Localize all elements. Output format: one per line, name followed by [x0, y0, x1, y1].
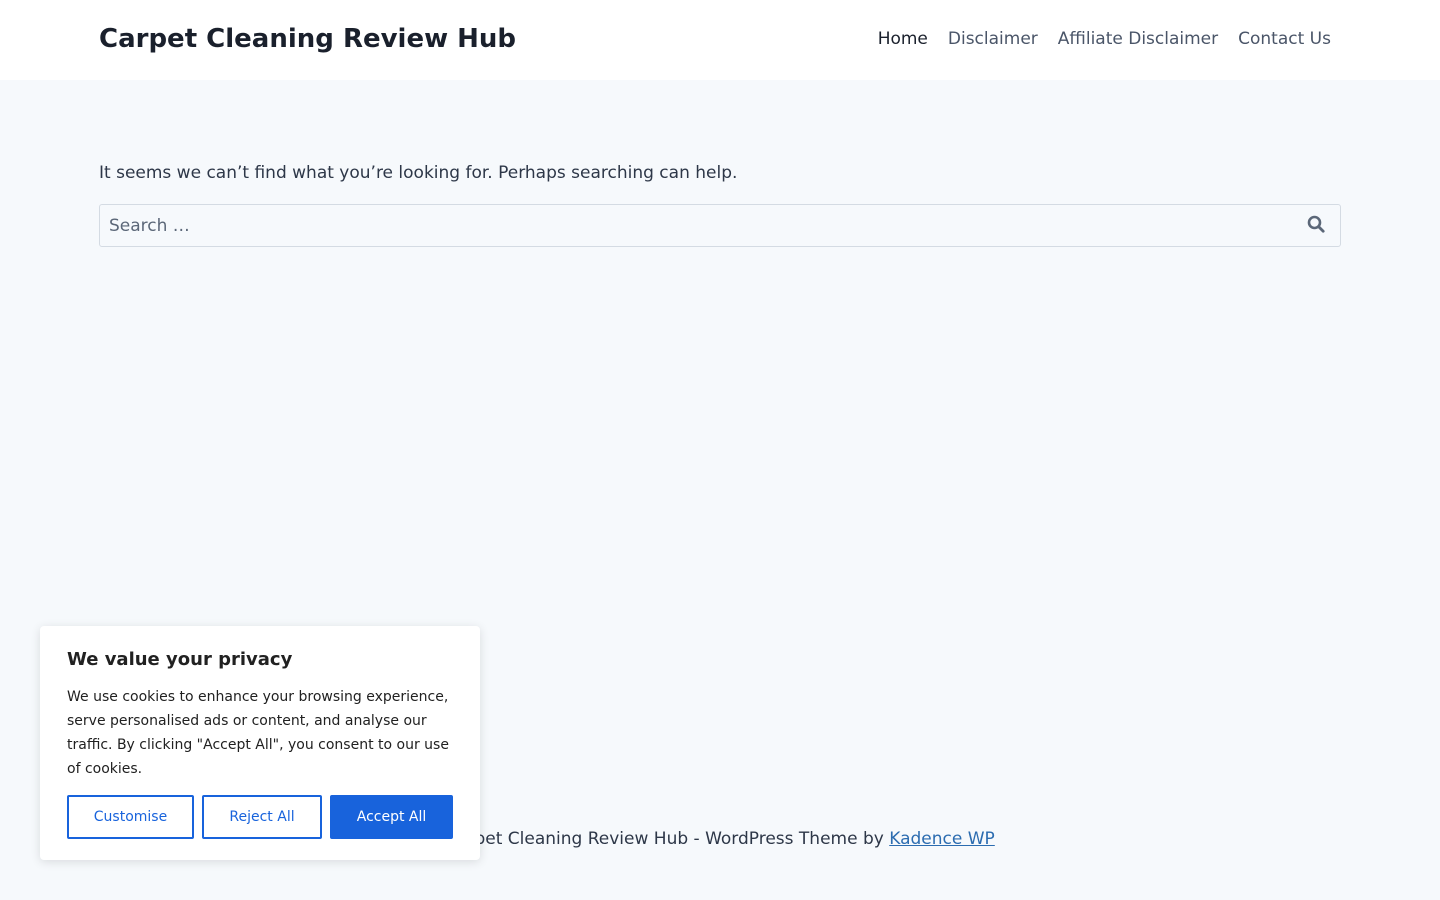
footer-kadence-link[interactable]: Kadence WP — [889, 829, 995, 849]
nav-item-home[interactable]: Home — [868, 26, 938, 52]
cookie-consent-banner: We value your privacy We use cookies to … — [40, 626, 480, 860]
footer-credit-text: Carpet Cleaning Review Hub - WordPress T… — [445, 829, 890, 849]
search-form — [99, 204, 1341, 247]
nav-item-contact-us[interactable]: Contact Us — [1228, 26, 1341, 52]
reject-all-button[interactable]: Reject All — [202, 795, 322, 839]
site-header: Carpet Cleaning Review Hub Home Disclaim… — [0, 0, 1440, 80]
main-content: It seems we can’t find what you’re looki… — [99, 160, 1341, 247]
search-submit-button[interactable] — [1291, 204, 1341, 247]
search-icon — [1307, 215, 1325, 236]
not-found-message: It seems we can’t find what you’re looki… — [99, 163, 738, 183]
site-title[interactable]: Carpet Cleaning Review Hub — [99, 21, 516, 57]
nav-item-affiliate-disclaimer[interactable]: Affiliate Disclaimer — [1048, 26, 1228, 52]
nav-item-disclaimer[interactable]: Disclaimer — [938, 26, 1048, 52]
cookie-banner-actions: Customise Reject All Accept All — [67, 795, 453, 839]
search-input[interactable] — [99, 204, 1341, 247]
accept-all-button[interactable]: Accept All — [330, 795, 453, 839]
customise-button[interactable]: Customise — [67, 795, 194, 839]
cookie-banner-title: We value your privacy — [67, 649, 293, 670]
cookie-banner-text: We use cookies to enhance your browsing … — [67, 689, 449, 777]
main-nav: Home Disclaimer Affiliate Disclaimer Con… — [868, 26, 1341, 52]
